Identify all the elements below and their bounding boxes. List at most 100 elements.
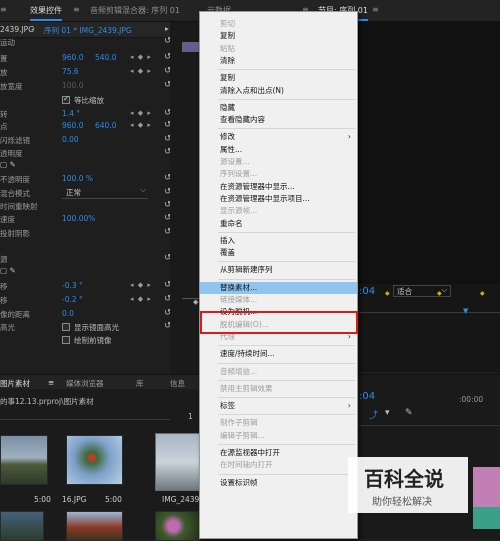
snap-icon[interactable]: ⤴: [369, 408, 378, 421]
menu-item[interactable]: 重命名: [200, 218, 357, 230]
tab-effect-controls[interactable]: 效果控件: [30, 5, 62, 21]
tab-menu-icon[interactable]: ≡: [73, 5, 80, 14]
tab-audio-clip-mixer[interactable]: 音频剪辑混合器: 序列 01: [90, 5, 180, 16]
menu-item[interactable]: 覆盖: [200, 247, 357, 259]
menu-item[interactable]: 隐藏: [200, 102, 357, 114]
menu-item[interactable]: 修改 ›: [200, 131, 357, 143]
chevron-right-icon[interactable]: ›: [32, 24, 35, 33]
menu-item[interactable]: 源设置...: [200, 156, 357, 168]
menu-item[interactable]: 从剪辑新建序列: [200, 264, 357, 276]
mask-tools-icon[interactable]: ▢ ✎: [0, 266, 16, 275]
menu-item[interactable]: 清除入点和出点(N): [200, 85, 357, 97]
thumbnail-clip-2439[interactable]: [155, 433, 200, 491]
menu-item[interactable]: 清除: [200, 55, 357, 67]
effect-property-label: 运动: [0, 38, 15, 47]
effect-value[interactable]: 960.0: [62, 53, 83, 62]
marker-icon: ◆: [437, 290, 442, 297]
program-video-view[interactable]: [355, 22, 500, 284]
effect-value[interactable]: 1.4 °: [62, 109, 80, 118]
monitor-scrubber[interactable]: [355, 312, 500, 313]
checkbox[interactable]: [62, 94, 70, 104]
tab-menu-icon[interactable]: ≡: [372, 5, 379, 14]
menu-item[interactable]: 设置标识帧: [200, 477, 357, 489]
project-tab-bar: 图片素材 ≡ 媒体浏览器 库 信息: [0, 375, 200, 389]
search-input[interactable]: [0, 410, 170, 420]
source-clip-name[interactable]: 2439.JPG: [0, 25, 34, 34]
thumbnail-clip-1[interactable]: [0, 435, 48, 485]
marker-add-icon[interactable]: ▾: [385, 408, 390, 418]
menu-item-label: 链接媒体...: [220, 295, 258, 304]
keyframe-nav-icon[interactable]: ◂ ◆ ▸: [130, 281, 152, 289]
menu-item[interactable]: 插入: [200, 235, 357, 247]
tab-project-bin[interactable]: 图片素材: [0, 378, 30, 389]
menu-item-label: 复制: [220, 31, 235, 41]
sequence-clip-name[interactable]: 序列 01 * IMG_2439.JPG: [44, 25, 132, 36]
checkbox[interactable]: [62, 336, 70, 344]
effect-value[interactable]: 75.6: [62, 67, 79, 76]
effect-value[interactable]: 100.00%: [62, 214, 95, 223]
effect-property-label: 透明度: [0, 149, 23, 158]
timeline-timecode[interactable]: :04: [359, 391, 375, 402]
menu-item[interactable]: 在时间轴内打开: [200, 459, 357, 471]
menu-item[interactable]: 粘贴: [200, 43, 357, 55]
keyframe-nav-icon[interactable]: ◂ ◆ ▸: [130, 67, 152, 75]
keyframe-nav-icon[interactable]: ◂ ◆ ▸: [130, 53, 152, 61]
menu-item[interactable]: 在资源管理器中显示项目...: [200, 193, 357, 205]
thumbnail-clip-4[interactable]: [0, 511, 44, 541]
timeline-audio-clip[interactable]: [473, 507, 500, 529]
keyframe-nav-icon[interactable]: ◂ ◆ ▸: [130, 295, 152, 303]
menu-item[interactable]: 显示源帧...: [200, 205, 357, 217]
tab-media-browser[interactable]: 媒体浏览器: [66, 378, 104, 389]
menu-separator: [218, 69, 355, 71]
effect-value[interactable]: 0.00: [62, 135, 79, 144]
tab-menu-icon[interactable]: ≡: [48, 378, 54, 387]
program-timecode[interactable]: :04: [359, 286, 375, 297]
menu-item[interactable]: 在资源管理器中显示...: [200, 181, 357, 193]
effect-value[interactable]: 100.0 %: [62, 174, 93, 183]
menu-item-label: 速度/持续时间...: [220, 349, 275, 359]
fit-zoom-select[interactable]: 适合 ⌵: [393, 285, 451, 297]
tab-libraries[interactable]: 库: [136, 378, 144, 389]
thumbnail-clip-6[interactable]: [155, 511, 200, 541]
blend-mode-select[interactable]: 正常: [62, 185, 148, 199]
chevron-right-icon: ›: [347, 132, 351, 142]
menu-item[interactable]: 替换素材...: [200, 281, 357, 294]
checkbox[interactable]: [62, 323, 70, 331]
effect-value[interactable]: 640.0: [95, 121, 116, 130]
menu-item-label: 序列设置...: [220, 169, 258, 179]
mask-tools-icon[interactable]: ▢ ✎: [0, 160, 16, 169]
menu-item[interactable]: 禁用主剪辑效果: [200, 383, 357, 395]
effect-value[interactable]: 0.0: [62, 309, 74, 318]
menu-item[interactable]: 查看隐藏内容: [200, 114, 357, 126]
menu-item[interactable]: 编辑子剪辑...: [200, 430, 357, 442]
menu-item[interactable]: 音频增益...: [200, 366, 357, 378]
menu-item[interactable]: 复制: [200, 72, 357, 84]
effect-value[interactable]: 540.0: [95, 53, 116, 62]
menu-item[interactable]: 制作子剪辑: [200, 417, 357, 429]
menu-item[interactable]: 序列设置...: [200, 168, 357, 180]
effect-value[interactable]: 100.0: [62, 81, 83, 90]
tab-info[interactable]: 信息: [170, 378, 185, 389]
effect-value[interactable]: -0.2 °: [62, 295, 83, 304]
menu-item[interactable]: 复制: [200, 30, 357, 42]
keyframe-nav-icon[interactable]: ◂ ◆ ▸: [130, 109, 152, 117]
keyframe-icon[interactable]: ◆: [193, 298, 198, 306]
timeline-clip[interactable]: [473, 467, 500, 507]
effect-value[interactable]: 960.0: [62, 121, 83, 130]
wrench-icon[interactable]: ✎: [405, 408, 413, 418]
playhead-icon[interactable]: ▼: [463, 307, 468, 315]
menu-item[interactable]: 链接媒体...: [200, 294, 357, 306]
play-icon[interactable]: ▸: [165, 24, 169, 33]
menu-item[interactable]: 在源监视器中打开: [200, 447, 357, 459]
menu-item[interactable]: 速度/持续时间...: [200, 348, 357, 360]
menu-item-label: 修改: [220, 132, 235, 142]
menu-item[interactable]: 属性...: [200, 144, 357, 156]
tab-menu-icon[interactable]: ≡: [0, 5, 7, 14]
menu-item[interactable]: 标签 ›: [200, 400, 357, 412]
thumbnail-clip-5[interactable]: [66, 511, 123, 541]
menu-item[interactable]: 剪切: [200, 18, 357, 30]
effect-value[interactable]: -0.3 °: [62, 281, 83, 290]
thumbnail-clip-16[interactable]: [66, 435, 123, 485]
keyframe-nav-icon[interactable]: ◂ ◆ ▸: [130, 121, 152, 129]
program-monitor-panel: :04 适合 ⌵ ▼ ◆ ◆ ◆: [355, 22, 500, 372]
